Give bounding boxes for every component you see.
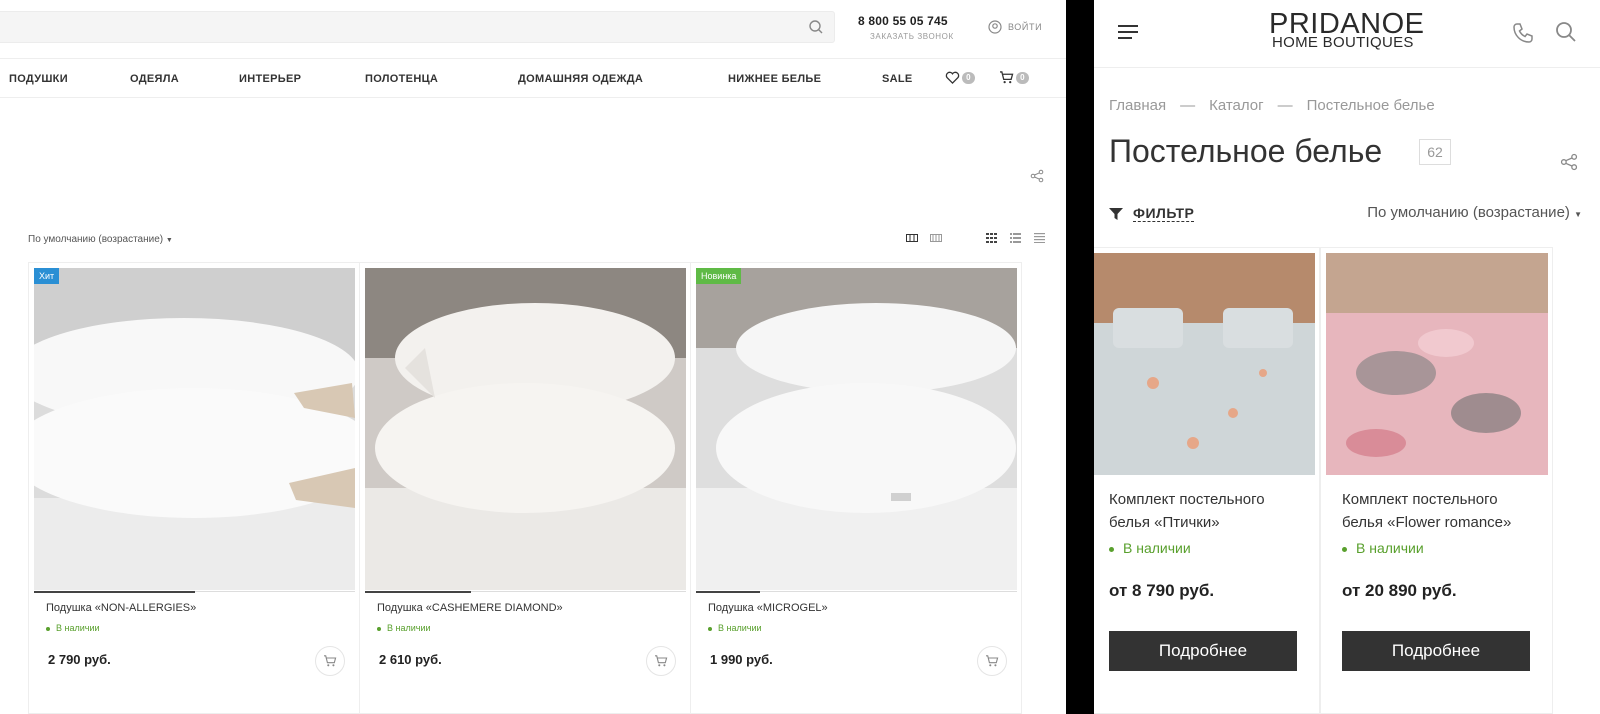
breadcrumb: Главная — Каталог — Постельное белье	[1109, 97, 1449, 114]
breadcrumb-catalog[interactable]: Каталог	[1209, 97, 1264, 114]
sort-label: По умолчанию (возрастание)	[1367, 204, 1570, 221]
product-image[interactable]	[365, 268, 686, 590]
product-name[interactable]: Подушка «CASHEMERE DIAMOND»	[377, 602, 563, 614]
nav-item-underwear[interactable]: НИЖНЕЕ БЕЛЬЕ	[728, 73, 821, 85]
cart-icon	[655, 655, 668, 667]
product-name[interactable]: Комплект постельного белья «Птички»	[1109, 488, 1309, 534]
product-card[interactable]: Хит Подушка «NON-ALLERGIES» В наличии 2 …	[28, 262, 360, 714]
table-list-icon[interactable]	[1034, 233, 1045, 243]
slider-progress	[365, 591, 471, 593]
share-icon[interactable]	[1560, 153, 1578, 171]
tiles-icon[interactable]	[986, 233, 997, 243]
product-name[interactable]: Комплект постельного белья «Flower roman…	[1342, 488, 1542, 534]
nav-item-blankets[interactable]: ОДЕЯЛА	[130, 73, 179, 85]
heart-icon	[945, 71, 960, 84]
search-bar[interactable]	[0, 11, 835, 43]
chevron-down-icon: ▼	[1574, 210, 1582, 219]
product-card[interactable]: Комплект постельного белья «Flower roman…	[1320, 247, 1553, 714]
user-icon	[988, 20, 1002, 34]
product-price: 2 610 руб.	[379, 652, 442, 667]
grid-narrow-icon[interactable]	[930, 233, 942, 243]
callback-link[interactable]: ЗАКАЗАТЬ ЗВОНОК	[870, 32, 954, 41]
logo-subtitle[interactable]: HOME BOUTIQUES	[1272, 34, 1414, 51]
breadcrumb-home[interactable]: Главная	[1109, 97, 1166, 114]
share-icon[interactable]	[1030, 169, 1044, 183]
product-price: от 20 890 руб.	[1342, 581, 1457, 600]
availability: В наличии	[708, 623, 762, 633]
list-icon[interactable]	[1010, 233, 1021, 243]
availability: В наличии	[1109, 540, 1191, 556]
product-image[interactable]	[1326, 253, 1548, 475]
product-count: 62	[1419, 139, 1451, 165]
availability: В наличии	[377, 623, 431, 633]
cart-icon	[1000, 71, 1014, 84]
breadcrumb-separator: —	[1277, 97, 1293, 114]
filter-icon	[1109, 207, 1123, 220]
details-button[interactable]: Подробнее	[1342, 631, 1530, 671]
product-image[interactable]	[34, 268, 355, 590]
search-icon[interactable]	[1555, 21, 1577, 43]
product-image[interactable]	[1094, 253, 1315, 475]
sort-dropdown[interactable]: По умолчанию (возрастание) ▼	[28, 234, 173, 245]
view-toggle	[986, 233, 1045, 243]
phone-icon[interactable]	[1512, 22, 1534, 44]
add-to-cart-button[interactable]	[315, 646, 345, 676]
product-price: 1 990 руб.	[710, 652, 773, 667]
product-image[interactable]	[696, 268, 1017, 590]
login-link[interactable]: ВОЙТИ	[988, 20, 1042, 34]
badge-hit: Хит	[34, 268, 60, 284]
nav-item-pillows[interactable]: ПОДУШКИ	[9, 73, 68, 85]
badge-new: Новинка	[696, 268, 742, 284]
favorites-button[interactable]: 0	[945, 71, 975, 84]
separator	[1066, 0, 1094, 714]
layout-toggle	[906, 233, 942, 243]
availability: В наличии	[1342, 540, 1424, 556]
add-to-cart-button[interactable]	[977, 646, 1007, 676]
chevron-down-icon: ▼	[165, 237, 173, 244]
product-price: 2 790 руб.	[48, 652, 111, 667]
slider-progress	[34, 591, 195, 593]
login-label: ВОЙТИ	[1008, 22, 1043, 32]
desktop-view: 8 800 55 05 745 ЗАКАЗАТЬ ЗВОНОК ВОЙТИ ПО…	[0, 0, 1066, 714]
sort-label: По умолчанию (возрастание)	[28, 234, 164, 245]
filter-button[interactable]: ФИЛЬТР	[1109, 205, 1195, 222]
search-icon[interactable]	[808, 19, 824, 35]
product-card[interactable]: Подушка «CASHEMERE DIAMOND» В наличии 2 …	[359, 262, 691, 714]
search-input[interactable]	[0, 12, 834, 42]
breadcrumb-current: Постельное белье	[1306, 97, 1435, 114]
page-title: Постельное белье	[1109, 133, 1383, 169]
filter-label: ФИЛЬТР	[1133, 205, 1195, 222]
cart-button[interactable]: 0	[999, 71, 1029, 84]
nav-item-homewear[interactable]: ДОМАШНЯЯ ОДЕЖДА	[518, 73, 643, 85]
breadcrumb-separator: —	[1180, 97, 1196, 114]
main-nav: ПОДУШКИ ОДЕЯЛА ИНТЕРЬЕР ПОЛОТЕНЦА ДОМАШН…	[0, 58, 1066, 98]
details-button[interactable]: Подробнее	[1109, 631, 1297, 671]
product-price: от 8 790 руб.	[1109, 581, 1215, 600]
availability: В наличии	[46, 623, 100, 633]
cart-count: 0	[1016, 71, 1029, 84]
favorites-count: 0	[962, 71, 975, 84]
slider-progress	[696, 591, 760, 593]
nav-item-sale[interactable]: SALE	[882, 73, 913, 85]
menu-icon[interactable]	[1118, 24, 1138, 40]
product-name[interactable]: Подушка «NON-ALLERGIES»	[46, 602, 196, 614]
cart-icon	[324, 655, 337, 667]
grid-wide-icon[interactable]	[906, 233, 918, 243]
product-card[interactable]: Новинка Подушка «MICROGEL» В наличии 1 9…	[690, 262, 1022, 714]
product-card[interactable]: Комплект постельного белья «Птички» В на…	[1094, 247, 1320, 714]
mobile-header: PRIDANOE HOME BOUTIQUES	[1094, 0, 1600, 68]
product-name[interactable]: Подушка «MICROGEL»	[708, 602, 828, 614]
sort-dropdown[interactable]: По умолчанию (возрастание) ▼	[1367, 204, 1582, 221]
mobile-view: PRIDANOE HOME BOUTIQUES Главная — Каталог —…	[1094, 0, 1600, 714]
nav-item-interior[interactable]: ИНТЕРЬЕР	[239, 73, 301, 85]
nav-item-towels[interactable]: ПОЛОТЕНЦА	[365, 73, 438, 85]
cart-icon	[986, 655, 999, 667]
phone-number[interactable]: 8 800 55 05 745	[858, 14, 948, 28]
add-to-cart-button[interactable]	[646, 646, 676, 676]
